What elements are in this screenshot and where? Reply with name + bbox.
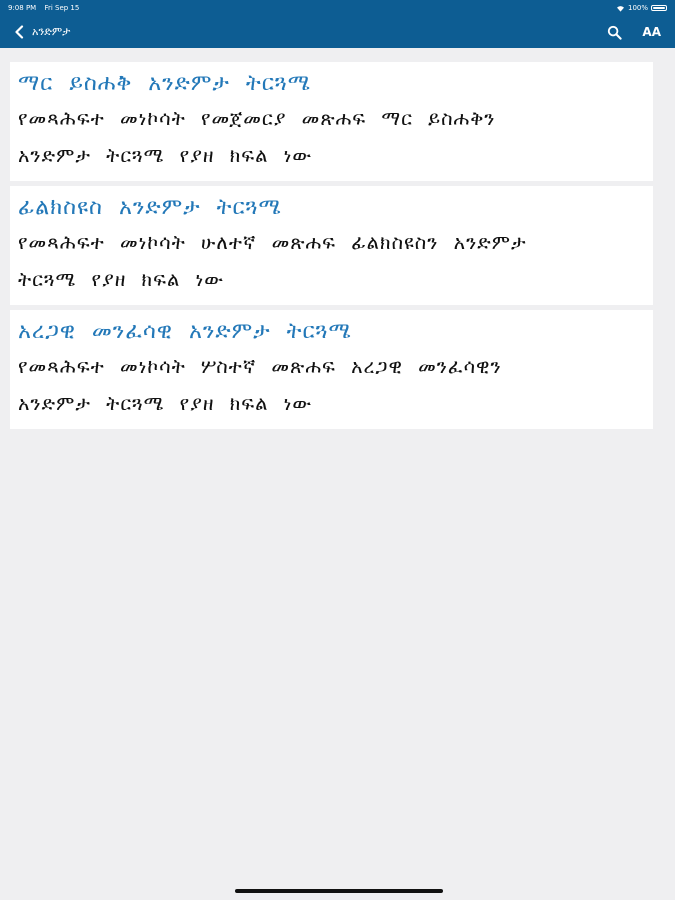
item-title: አረጋዊ መንፈሳዊ አንድምታ ትርጓሜ bbox=[18, 319, 352, 344]
status-left: 9:08 PM Fri Sep 15 bbox=[8, 0, 85, 16]
item-list: ማር ይስሐቅ አንድምታ ትርጓሜ የመጻሕፍተ መነኮሳት የመጀመርያ መ… bbox=[10, 62, 653, 434]
item-description-line: ትርጓሜ የያዘ ክፍል ነው bbox=[18, 268, 224, 291]
list-item[interactable]: ፊልክስዩስ አንድምታ ትርጓሜ የመጻሕፍተ መነኮሳት ሁለተኛ መጽሐፍ… bbox=[10, 186, 653, 305]
font-size-label: AA bbox=[642, 25, 661, 39]
wifi-icon bbox=[616, 5, 624, 12]
status-bar: 9:08 PM Fri Sep 15 100% bbox=[0, 0, 675, 16]
item-description-line: አንድምታ ትርጓሜ የያዘ ክፍል ነው bbox=[18, 392, 313, 415]
battery-fill bbox=[653, 7, 665, 9]
item-title: ማር ይስሐቅ አንድምታ ትርጓሜ bbox=[18, 71, 312, 96]
search-icon bbox=[608, 25, 623, 40]
item-description-line: የመጻሕፍተ መነኮሳት የመጀመርያ መጽሐፍ ማር ይስሐቅን bbox=[18, 107, 496, 130]
item-description-line: የመጻሕፍተ መነኮሳት ሦስተኛ መጽሐፍ አረጋዊ መንፈሳዊን bbox=[18, 355, 502, 378]
item-description-line: አንድምታ ትርጓሜ የያዘ ክፍል ነው bbox=[18, 144, 313, 167]
item-description-line: የመጻሕፍተ መነኮሳት ሁለተኛ መጽሐፍ ፊልክስዩስን አንድምታ bbox=[18, 231, 527, 254]
nav-actions: AA bbox=[587, 16, 661, 48]
battery-icon bbox=[651, 5, 667, 11]
status-time: 9:08 PM bbox=[8, 4, 37, 12]
search-button[interactable] bbox=[607, 25, 623, 40]
home-indicator[interactable] bbox=[235, 889, 443, 893]
list-item[interactable]: አረጋዊ መንፈሳዊ አንድምታ ትርጓሜ የመጻሕፍተ መነኮሳት ሦስተኛ … bbox=[10, 310, 653, 429]
back-button[interactable]: አንድምታ bbox=[14, 16, 70, 48]
status-date: Fri Sep 15 bbox=[44, 4, 80, 12]
chevron-left-icon bbox=[15, 25, 24, 39]
item-title: ፊልክስዩስ አንድምታ ትርጓሜ bbox=[18, 195, 282, 220]
font-size-button[interactable]: AA bbox=[642, 25, 661, 39]
back-label: አንድምታ bbox=[32, 25, 71, 38]
nav-bar: አንድምታ AA bbox=[0, 16, 675, 48]
battery-percent: 100% bbox=[627, 4, 648, 12]
status-right: 100% bbox=[616, 0, 667, 16]
list-item[interactable]: ማር ይስሐቅ አንድምታ ትርጓሜ የመጻሕፍተ መነኮሳት የመጀመርያ መ… bbox=[10, 62, 653, 181]
